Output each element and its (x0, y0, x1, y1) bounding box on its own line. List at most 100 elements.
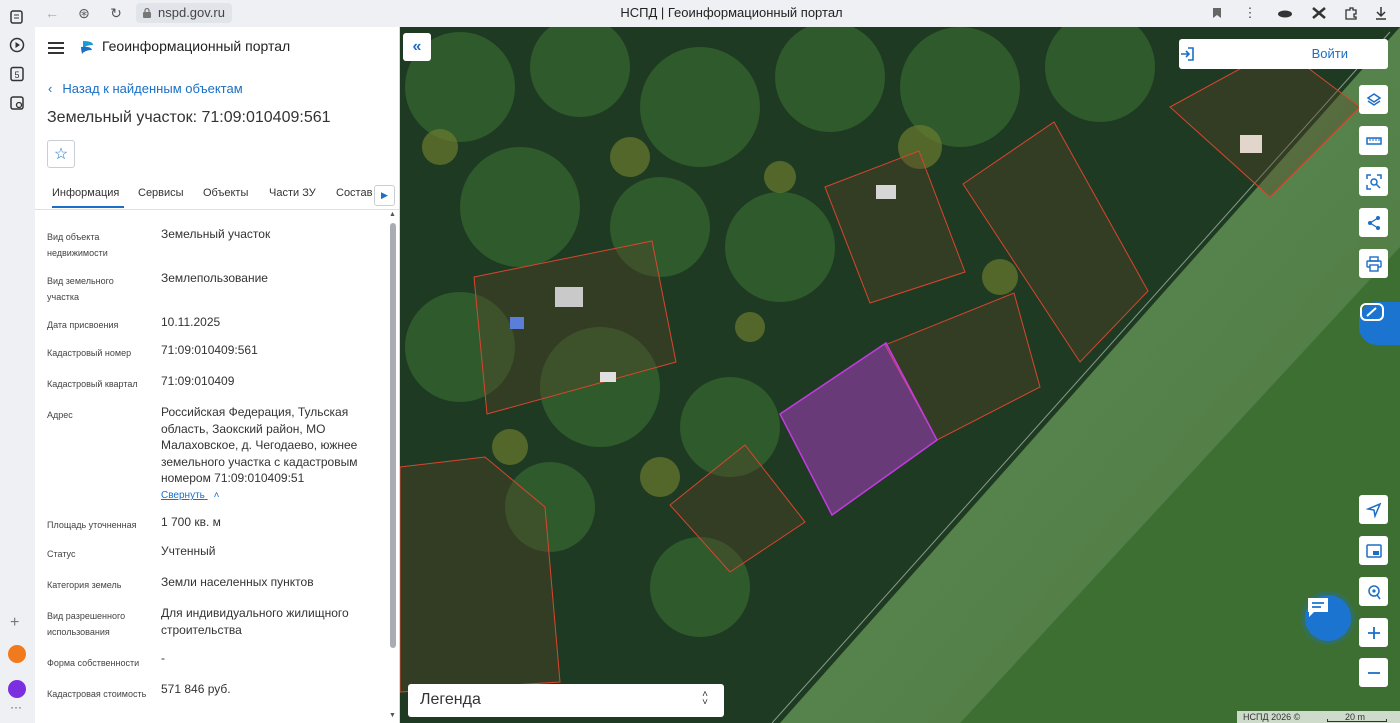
share-icon (1367, 215, 1380, 230)
layers-button[interactable] (1359, 85, 1388, 114)
object-info-panel: Геоинформационный портал ‹ Назад к найден… (35, 27, 400, 723)
collapse-link[interactable]: Свернуть ˄ (161, 490, 219, 501)
browser-toolbar: ← ⊛ ↻ nspd.gov.ru НСПД | Геоинформационн… (35, 0, 1400, 28)
minimap-button[interactable] (1359, 536, 1388, 565)
zoom-out-button[interactable] (1359, 658, 1388, 687)
feedback-icon (1360, 303, 1384, 321)
tab-services[interactable]: Сервисы (138, 187, 184, 199)
attr-value: 1 700 кв. м (161, 515, 221, 529)
downloads-icon[interactable] (1371, 4, 1391, 22)
map-attribution: НСПД 2026 © 20 m (1237, 711, 1400, 723)
bookmark-icon[interactable] (1207, 4, 1227, 22)
tab-objects[interactable]: Объекты (203, 187, 248, 199)
collapse-link-label: Свернуть (161, 490, 205, 501)
extension-hat-icon[interactable] (1275, 4, 1295, 22)
back-nav-icon[interactable]: ← (43, 4, 61, 22)
attr-label: Форма собственности (47, 658, 140, 668)
favorite-button[interactable]: ☆ (47, 140, 75, 168)
attr-value: Учтенный (161, 544, 216, 558)
layers-icon (1366, 92, 1381, 106)
attr-label: Кадастровый номер (47, 348, 132, 358)
browser-side-rail: 5 + ··· (0, 0, 36, 723)
attr-value: Земельный участок (161, 227, 271, 241)
tabs-scroll-right-button[interactable]: ▶ (374, 185, 395, 206)
back-to-results-link[interactable]: ‹ Назад к найденным объектам (48, 81, 243, 96)
panel-header: Геоинформационный портал (35, 27, 399, 69)
attr-label: Вид земельного участка (47, 276, 114, 302)
page-title: НСПД | Геоинформационный портал (620, 5, 843, 20)
ruler-button[interactable] (1359, 126, 1388, 155)
reader-icon[interactable]: ⊛ (75, 4, 93, 22)
video-icon[interactable] (9, 37, 25, 53)
menu-dots-icon[interactable]: ⋮ (1240, 4, 1260, 22)
navigation-arrow-icon (1365, 502, 1381, 518)
back-link-label: Назад к найденным объектам (62, 81, 243, 96)
object-title: Земельный участок: 71:09:010409:561 (47, 109, 331, 126)
attr-value: Для индивидуального жилищного строительс… (161, 606, 349, 637)
share-button[interactable] (1359, 208, 1388, 237)
tab-parcel-parts[interactable]: Части ЗУ (269, 187, 316, 199)
chevron-up-icon: ˄ (213, 490, 220, 501)
attribution-text: НСПД 2026 © (1243, 712, 1301, 722)
address-bar[interactable]: nspd.gov.ru (136, 3, 232, 23)
area-select-button[interactable] (1359, 167, 1388, 196)
attr-value-address: Российская Федерация, Тульская область, … (161, 405, 358, 485)
bookmarks-icon[interactable] (9, 9, 25, 25)
target-search-icon (1367, 584, 1381, 599)
hamburger-menu-icon[interactable] (48, 42, 64, 54)
tab-information[interactable]: Информация (52, 187, 125, 208)
attr-value: - (161, 651, 165, 665)
login-button[interactable]: Войти (1179, 39, 1388, 69)
scroll-down-arrow-icon[interactable]: ▼ (389, 712, 396, 719)
double-chevron-left-icon: « (412, 38, 422, 55)
chevron-left-icon: ‹ (48, 81, 53, 96)
scale-bar (1327, 719, 1387, 722)
assistant-app-icon[interactable] (8, 680, 26, 698)
add-panel-icon[interactable]: + (10, 614, 19, 632)
attr-label: Площадь уточненная (47, 520, 137, 530)
panel-tabs: Информация Сервисы Объекты Части ЗУ Сост… (35, 179, 399, 210)
url-text: nspd.gov.ru (158, 5, 225, 20)
screenshot-icon[interactable] (9, 95, 25, 111)
attr-value: 71:09:010409:561 (161, 343, 258, 357)
print-button[interactable] (1359, 249, 1388, 278)
legend-label: Легенда (420, 691, 481, 708)
zoom-in-button[interactable] (1359, 618, 1388, 647)
star-icon: ☆ (53, 146, 69, 163)
plus-icon (1367, 626, 1380, 639)
scroll-up-arrow-icon[interactable]: ▲ (389, 211, 396, 218)
extension-x-icon[interactable] (1309, 4, 1329, 22)
attr-label: Адрес (47, 410, 73, 420)
chat-icon (1308, 598, 1328, 617)
chat-button[interactable] (1305, 595, 1351, 641)
locate-object-button[interactable] (1359, 577, 1388, 606)
tab-composition[interactable]: Состав (336, 187, 372, 199)
attr-label: Кадастровый квартал (47, 379, 138, 389)
attr-value: 71:09:010409 (161, 374, 235, 388)
attr-label: Дата присвоения (47, 320, 119, 330)
legend-dropdown[interactable]: Легенда ˄ ˅ (408, 684, 724, 717)
tab-five-icon[interactable]: 5 (9, 66, 25, 82)
attr-label: Вид разрешенного использования (47, 611, 126, 637)
feedback-side-button[interactable] (1359, 302, 1400, 345)
portal-name: Геоинформационный портал (102, 38, 291, 54)
satellite-imagery (400, 27, 1400, 723)
area-search-icon (1365, 173, 1382, 190)
geolocation-button[interactable] (1359, 495, 1388, 524)
ruler-icon (1365, 136, 1382, 145)
panel-scrollbar[interactable] (390, 223, 396, 648)
collapse-panel-button[interactable]: « (403, 33, 431, 61)
login-icon (1181, 47, 1194, 61)
mail-app-icon[interactable] (8, 645, 26, 663)
print-icon (1365, 255, 1382, 272)
svg-text:5: 5 (14, 70, 19, 80)
reload-icon[interactable]: ↻ (107, 4, 125, 22)
lock-icon (143, 7, 151, 18)
login-label: Войти (1311, 46, 1348, 61)
map-view[interactable]: « Войти Легенда ˄ ˅ НСПД 2026 © 20 m (400, 27, 1400, 723)
attr-value: 10.11.2025 (161, 315, 221, 329)
more-icon[interactable]: ··· (10, 700, 22, 714)
up-down-chevron-icon: ˄ ˅ (702, 689, 708, 708)
attr-value: Земли населенных пунктов (161, 575, 314, 589)
extensions-icon[interactable] (1341, 4, 1361, 22)
